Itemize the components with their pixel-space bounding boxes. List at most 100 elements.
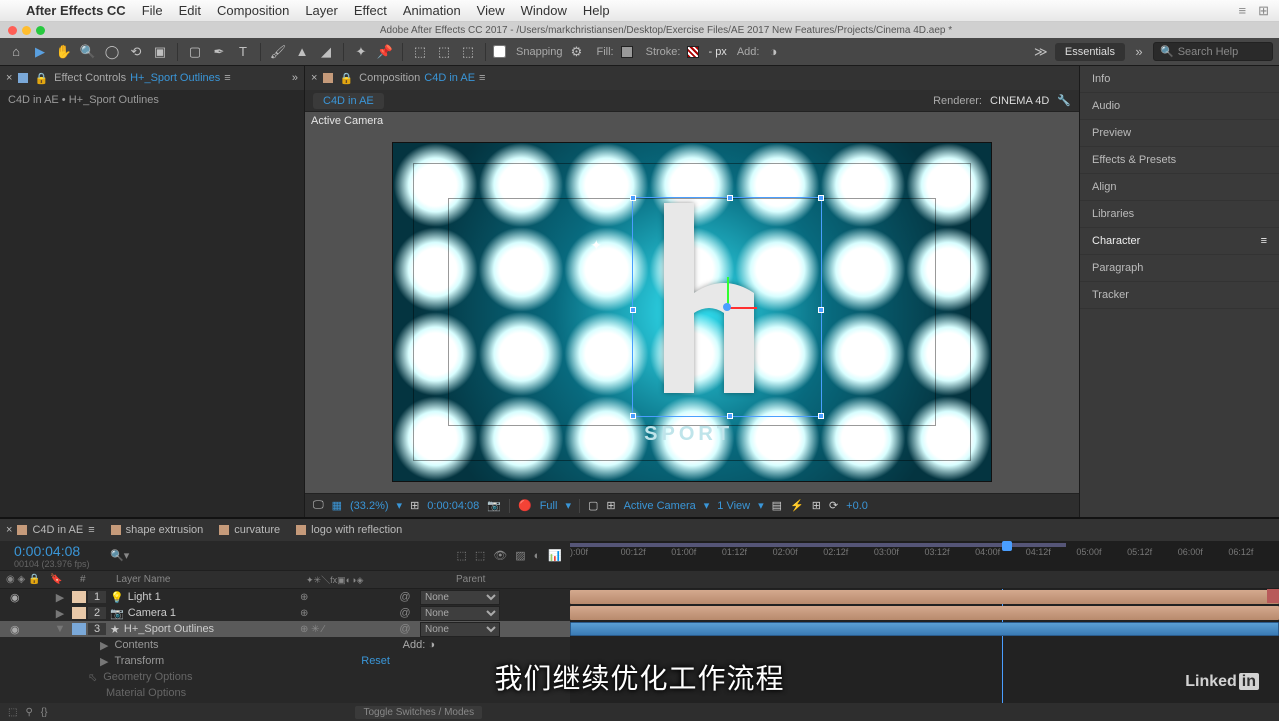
layer-row[interactable]: ▶ 2 📷Camera 1 ⊕ @ None xyxy=(0,605,570,621)
layer-color-swatch[interactable] xyxy=(72,623,86,635)
grid-icon[interactable]: ⊞ xyxy=(606,499,615,512)
puppet-tool[interactable]: 📌 xyxy=(375,42,395,62)
graph-editor-icon[interactable]: 📊 xyxy=(548,549,562,562)
panel-effects-presets[interactable]: Effects & Presets xyxy=(1080,147,1279,174)
pickwhip-icon[interactable]: @ xyxy=(390,623,420,635)
current-time[interactable]: 0:00:04:08 00104 (23.976 fps) xyxy=(0,543,110,569)
roto-tool[interactable]: ✦ xyxy=(351,42,371,62)
menu-effect[interactable]: Effect xyxy=(354,3,387,18)
hand-tool[interactable]: ✋ xyxy=(54,42,74,62)
layer-name[interactable]: Camera 1 xyxy=(128,607,176,619)
timeline-tracks[interactable] xyxy=(570,589,1279,703)
property-group[interactable]: ⬁Geometry Options xyxy=(0,669,570,685)
workspace-overflow-icon[interactable]: ≫ xyxy=(1031,42,1051,62)
magnification-icon[interactable]: 🖵 xyxy=(313,499,324,512)
layer-color-swatch[interactable] xyxy=(72,591,86,603)
parent-dropdown[interactable]: None xyxy=(420,622,500,637)
app-menu[interactable]: After Effects CC xyxy=(26,3,126,18)
eraser-tool[interactable]: ◢ xyxy=(316,42,336,62)
close-tab-icon[interactable]: × xyxy=(311,72,317,84)
timeline-icon[interactable]: ⊞ xyxy=(812,499,821,512)
home-icon[interactable]: ⌂ xyxy=(6,42,26,62)
rotate-tool[interactable]: ⟲ xyxy=(126,42,146,62)
exposure-value[interactable]: +0.0 xyxy=(846,500,868,512)
timeline-tab[interactable]: logo with reflection xyxy=(296,524,402,536)
draft-3d-icon[interactable]: ⬚ xyxy=(475,549,485,562)
pen-tool[interactable]: ✒ xyxy=(209,42,229,62)
timeline-tab[interactable]: × C4D in AE ≡ xyxy=(6,524,95,536)
brace-icon[interactable]: {} xyxy=(41,707,48,718)
view-layout-dropdown[interactable]: 1 View xyxy=(717,500,750,512)
time-ruler[interactable]: ):00f00:12f01:00f01:12f02:00f02:12f03:00… xyxy=(570,541,1279,570)
pickwhip-icon[interactable]: @ xyxy=(390,591,420,603)
layer-bar[interactable] xyxy=(570,622,1279,636)
menu-window[interactable]: Window xyxy=(521,3,567,18)
orbit-tool[interactable]: ◯ xyxy=(102,42,122,62)
workspace-selector[interactable]: Essentials xyxy=(1055,43,1125,61)
menu-edit[interactable]: Edit xyxy=(179,3,201,18)
stroke-width[interactable]: - px xyxy=(708,46,726,58)
brush-tool[interactable]: 🖌 xyxy=(268,42,288,62)
zoom-window-button[interactable] xyxy=(36,26,45,35)
resolution-icon[interactable]: ⊞ xyxy=(410,499,419,512)
always-preview-icon[interactable]: ▦ xyxy=(332,499,342,512)
panel-preview[interactable]: Preview xyxy=(1080,120,1279,147)
timeline-tab[interactable]: shape extrusion xyxy=(111,524,204,536)
lock-icon[interactable]: 🔒 xyxy=(34,72,48,85)
effect-controls-tab[interactable]: Effect Controls H+_Sport Outlines ≡ xyxy=(54,72,231,84)
roi-icon[interactable]: ▢ xyxy=(588,499,598,512)
menubar-extra-icon[interactable]: ⊞ xyxy=(1258,3,1269,19)
stroke-swatch[interactable] xyxy=(687,46,699,58)
menu-animation[interactable]: Animation xyxy=(403,3,461,18)
lock-icon[interactable]: 🔒 xyxy=(339,72,353,85)
twirl-icon[interactable]: ▶ xyxy=(50,607,70,620)
minimize-window-button[interactable] xyxy=(22,26,31,35)
type-tool[interactable]: T xyxy=(233,42,253,62)
menu-help[interactable]: Help xyxy=(583,3,610,18)
channel-icon[interactable]: 🔴 xyxy=(518,499,532,512)
fast-preview-icon[interactable]: ⚡ xyxy=(790,499,804,512)
shy-icon[interactable]: 👁 xyxy=(493,549,507,562)
window-controls[interactable] xyxy=(0,26,53,35)
panel-libraries[interactable]: Libraries xyxy=(1080,201,1279,228)
layer-bar[interactable] xyxy=(570,606,1279,620)
layer-row[interactable]: ◉ ▼ 3 ★H+_Sport Outlines ⊕ ✳ ∕ @ None xyxy=(0,621,570,637)
panel-tracker[interactable]: Tracker xyxy=(1080,282,1279,309)
local-axis-button[interactable]: ⬚ xyxy=(410,42,430,62)
layer-name[interactable]: H+_Sport Outlines xyxy=(124,623,214,635)
snap-opts-icon[interactable]: ⚙ xyxy=(567,42,587,62)
playhead[interactable] xyxy=(1002,541,1012,551)
rect-tool[interactable]: ▢ xyxy=(185,42,205,62)
menu-view[interactable]: View xyxy=(477,3,505,18)
menu-layer[interactable]: Layer xyxy=(305,3,338,18)
composition-tab[interactable]: Composition C4D in AE ≡ xyxy=(359,72,485,84)
zoom-tool[interactable]: 🔍 xyxy=(78,42,98,62)
camera-tool[interactable]: ▣ xyxy=(150,42,170,62)
timeline-search[interactable]: 🔍▾ xyxy=(110,549,290,562)
snapping-checkbox[interactable] xyxy=(493,45,506,58)
snapshot-icon[interactable]: 📷 xyxy=(487,499,501,512)
timeline-tab[interactable]: curvature xyxy=(219,524,280,536)
menu-composition[interactable]: Composition xyxy=(217,3,289,18)
panel-paragraph[interactable]: Paragraph xyxy=(1080,255,1279,282)
zoom-value[interactable]: (33.2%) xyxy=(350,500,389,512)
close-tab-icon[interactable]: × xyxy=(6,72,12,84)
menu-file[interactable]: File xyxy=(142,3,163,18)
panel-info[interactable]: Info xyxy=(1080,66,1279,93)
panel-menu-icon[interactable]: » xyxy=(292,72,298,84)
visibility-icon[interactable]: ◉ xyxy=(10,591,20,604)
motion-blur-icon[interactable]: ◐ xyxy=(534,550,541,562)
zoom-icon[interactable]: ⚲ xyxy=(25,707,32,718)
comp-mini-flowchart-icon[interactable]: ⬚ xyxy=(456,549,466,562)
panel-character[interactable]: Character≡ xyxy=(1080,228,1279,255)
panel-audio[interactable]: Audio xyxy=(1080,93,1279,120)
parent-dropdown[interactable]: None xyxy=(420,606,500,621)
pixel-aspect-icon[interactable]: ▤ xyxy=(772,499,782,512)
layer-name[interactable]: Light 1 xyxy=(128,591,161,603)
comp-name-button[interactable]: C4D in AE xyxy=(313,93,384,109)
toggle-switches-modes-button[interactable]: Toggle Switches / Modes xyxy=(355,706,482,719)
twirl-icon[interactable]: ▶ xyxy=(50,591,70,604)
expand-icon[interactable]: ⬚ xyxy=(8,707,17,718)
composition-viewport[interactable]: SPORT ✦ xyxy=(305,130,1079,493)
flowchart-icon[interactable]: ⟳ xyxy=(829,499,838,512)
